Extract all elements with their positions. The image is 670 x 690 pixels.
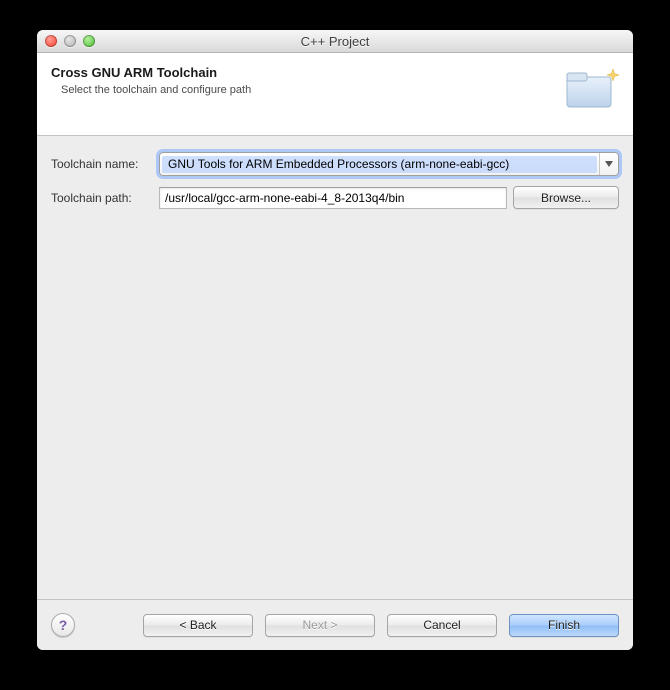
- chevron-down-icon[interactable]: [599, 153, 618, 175]
- close-icon[interactable]: [45, 35, 57, 47]
- toolchain-path-input[interactable]: /usr/local/gcc-arm-none-eabi-4_8-2013q4/…: [159, 187, 507, 209]
- cancel-button[interactable]: Cancel: [387, 614, 497, 637]
- wizard-banner: Cross GNU ARM Toolchain Select the toolc…: [37, 53, 633, 136]
- next-button: Next >: [265, 614, 375, 637]
- back-button[interactable]: < Back: [143, 614, 253, 637]
- finish-button[interactable]: Finish: [509, 614, 619, 637]
- window-title: C++ Project: [37, 34, 633, 49]
- toolchain-name-combo[interactable]: GNU Tools for ARM Embedded Processors (a…: [159, 152, 619, 176]
- toolchain-name-value: GNU Tools for ARM Embedded Processors (a…: [162, 156, 597, 173]
- toolchain-name-label: Toolchain name:: [51, 157, 153, 171]
- banner-subtext: Select the toolchain and configure path: [51, 84, 619, 96]
- toolchain-path-row: Toolchain path: /usr/local/gcc-arm-none-…: [51, 186, 619, 209]
- folder-sparkle-icon: [563, 63, 621, 113]
- banner-heading: Cross GNU ARM Toolchain: [51, 65, 619, 80]
- toolchain-path-label: Toolchain path:: [51, 191, 153, 205]
- help-icon[interactable]: ?: [51, 613, 75, 637]
- wizard-footer: ? < Back Next > Cancel Finish: [37, 599, 633, 650]
- dialog-window: C++ Project Cross GNU ARM Toolchain Sele…: [37, 30, 633, 650]
- form-area: Toolchain name: GNU Tools for ARM Embedd…: [37, 136, 633, 599]
- titlebar: C++ Project: [37, 30, 633, 53]
- traffic-lights: [45, 35, 95, 47]
- toolchain-name-row: Toolchain name: GNU Tools for ARM Embedd…: [51, 152, 619, 176]
- browse-button[interactable]: Browse...: [513, 186, 619, 209]
- minimize-icon[interactable]: [64, 35, 76, 47]
- zoom-icon[interactable]: [83, 35, 95, 47]
